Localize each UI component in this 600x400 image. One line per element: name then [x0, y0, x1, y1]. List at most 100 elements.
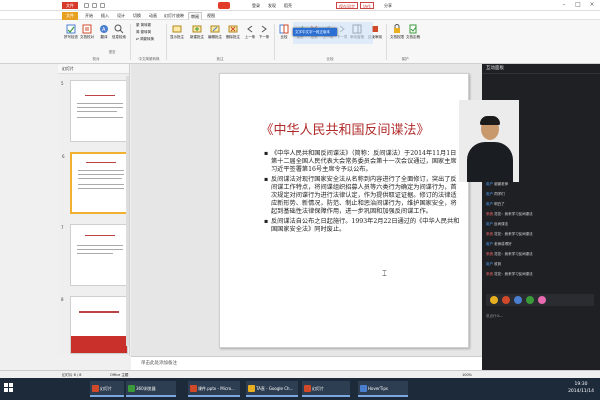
- taskbar-item[interactable]: 课件.pptx - Micro...: [188, 381, 240, 397]
- gift-icon[interactable]: [490, 296, 498, 304]
- tab-review[interactable]: 审阅: [188, 12, 202, 20]
- hover-tooltip: 文字中文字一段正版本: [293, 28, 337, 36]
- compare-button[interactable]: 比较: [278, 24, 290, 40]
- slide-thumbnail-pane: 幻灯片 5 6 7 8: [58, 64, 130, 356]
- paragraph: ▪ 《中华人民共和国反间谍法》（简称：反间谍法）于2014年11月1日第十二届全国…: [264, 150, 457, 174]
- tab-transition[interactable]: 切换: [130, 12, 144, 20]
- paragraph: ▪ 反间谍法对现行国家安全法从名称到内容进行了全面修订，突出了反间谍工作特点，将间…: [264, 175, 457, 216]
- group-compare: 比较: [326, 57, 334, 61]
- share-link[interactable]: 分享: [382, 2, 394, 9]
- gift-icon[interactable]: [538, 296, 546, 304]
- translate-icon: A: [100, 25, 108, 33]
- chat-message: 用户 谢谢老师: [486, 182, 509, 186]
- prev-comment-button[interactable]: 上一条: [244, 24, 256, 40]
- tab-design[interactable]: 设计: [114, 12, 128, 20]
- minimize-icon[interactable]: –: [560, 1, 568, 9]
- maximize-icon[interactable]: □: [574, 1, 582, 9]
- slide-thumbnail[interactable]: 7: [61, 224, 128, 286]
- chat-message: 系统 花花：我来学习反间谍法: [486, 232, 533, 236]
- daoke-link[interactable]: 稻壳: [282, 2, 294, 9]
- tab-slideshow[interactable]: 幻灯片放映: [162, 12, 186, 20]
- taskbar-item[interactable]: 360浏览器: [126, 381, 176, 397]
- status-bar: 幻灯片 6 / 8 Office 主题 100%: [0, 370, 600, 378]
- app-icon: [92, 385, 99, 392]
- system-clock[interactable]: 19:30 2014/11/14: [568, 381, 594, 395]
- new-comment-button[interactable]: 新建批注: [190, 24, 204, 40]
- permission-button[interactable]: 文档权限: [390, 24, 404, 40]
- collab-link[interactable]: 协作: [360, 2, 374, 9]
- tab-file[interactable]: 文件: [62, 12, 78, 20]
- app-icon: [304, 385, 311, 392]
- redo-icon[interactable]: [100, 3, 105, 8]
- gift-icon[interactable]: [502, 296, 510, 304]
- tab-view[interactable]: 视图: [204, 12, 218, 20]
- gift-icon[interactable]: [526, 296, 534, 304]
- undo-icon[interactable]: [92, 3, 97, 8]
- slide-thumbnail[interactable]: 5: [61, 80, 128, 142]
- tab-animation[interactable]: 动画: [146, 12, 160, 20]
- slide-number: 8: [61, 297, 64, 302]
- webcam-overlay: [459, 100, 519, 182]
- login-link[interactable]: 登录: [250, 2, 262, 9]
- ribbon-separator: [386, 24, 387, 60]
- group-chinese-conversion: 中文简繁转换: [138, 57, 160, 61]
- trad-to-simp-button[interactable]: 简 繁转简: [136, 30, 160, 35]
- spellcheck-button[interactable]: 拼写检查: [64, 24, 78, 40]
- slide-title[interactable]: 《中华人民共和国反间谍法》: [220, 119, 470, 138]
- ribbon-separator: [130, 24, 131, 60]
- current-slide[interactable]: 《中华人民共和国反间谍法》 ▪ 《中华人民共和国反间谍法》（简称：反间谍法）于20…: [219, 73, 469, 348]
- proofread-button[interactable]: 文档校对: [80, 24, 94, 40]
- file-menu-button[interactable]: 文件: [62, 2, 78, 9]
- simp-trad-icon: 繁: [136, 23, 140, 27]
- save-icon[interactable]: [84, 3, 89, 8]
- taskbar-item[interactable]: 幻灯片: [90, 381, 124, 397]
- translate-button[interactable]: A 翻译: [98, 24, 110, 40]
- show-comments-icon: [172, 25, 182, 33]
- app-icon: [128, 385, 135, 392]
- chat-message: 系统 花花：我来学习反间谍法: [486, 272, 533, 276]
- ribbon-tabs: 文件 开始 插入 设计 切换 动画 幻灯片放映 审阅 视图: [0, 11, 600, 20]
- tab-home[interactable]: 开始: [82, 12, 96, 20]
- trad-simp-icon: 简: [136, 30, 140, 34]
- research-icon: [114, 24, 124, 34]
- gift-icon[interactable]: [514, 296, 522, 304]
- start-icon[interactable]: [4, 383, 14, 393]
- gift-bar: [486, 294, 594, 306]
- edit-comment-button[interactable]: 编辑批注: [208, 24, 222, 40]
- close-icon[interactable]: ×: [588, 1, 596, 9]
- next-comment-button[interactable]: 下一条: [258, 24, 270, 40]
- ribbon-separator: [274, 24, 275, 60]
- next-icon: [261, 25, 267, 33]
- slide-body[interactable]: ▪ 《中华人民共和国反间谍法》（简称：反间谍法）于2014年11月1日第十二届全国…: [264, 150, 460, 235]
- app-icon: [190, 385, 197, 392]
- taskbar-item[interactable]: 幻灯片: [302, 381, 350, 397]
- app-icon: [248, 385, 255, 392]
- app-icon: [360, 385, 367, 392]
- chat-input[interactable]: 说点什么...: [486, 314, 596, 319]
- paragraph: ▪ 反间谍法自公布之日起施行。1993年2月22日通过的《中华人民共和国国家安全法…: [264, 217, 460, 233]
- discover-link[interactable]: 发现: [266, 2, 278, 9]
- delete-comment-button[interactable]: 删除批注: [226, 24, 240, 40]
- thumbnail-scrollbar[interactable]: [126, 76, 129, 346]
- taskbar-item[interactable]: TA直 - Google Ch...: [246, 381, 298, 397]
- simp-to-trad-button[interactable]: 繁 简转繁: [136, 23, 160, 28]
- slide-thumbnail-selected[interactable]: 6: [62, 152, 128, 214]
- group-language: 语言: [108, 50, 116, 54]
- ribbon-separator: [166, 24, 167, 60]
- compare-icon: [279, 24, 289, 34]
- taskbar-item[interactable]: HoverTips: [358, 381, 408, 397]
- taskbar: 幻灯片 360浏览器 课件.pptx - Micro... TA直 - Goog…: [0, 378, 600, 400]
- tab-insert[interactable]: 插入: [98, 12, 112, 20]
- group-comments: 批注: [216, 57, 224, 61]
- title-bar: 文件 登录 发现 稻壳 保存同步 协作 分享 – □ ×: [0, 0, 600, 11]
- save-sync-link[interactable]: 保存同步: [336, 2, 358, 9]
- chat-message: 系统 花花：我来学习反间谍法: [486, 252, 533, 256]
- research-button[interactable]: 信息检索: [112, 24, 126, 40]
- proofread-icon: [82, 24, 92, 34]
- finalize-button[interactable]: 文档定稿: [406, 24, 420, 40]
- slide-thumbnail[interactable]: 8: [61, 296, 128, 354]
- show-comments-button[interactable]: 显示批注: [170, 24, 184, 40]
- slide-number: 6: [62, 154, 65, 159]
- slide-number: 5: [61, 81, 64, 86]
- convert-button[interactable]: ⇄ 简繁转换: [136, 37, 160, 42]
